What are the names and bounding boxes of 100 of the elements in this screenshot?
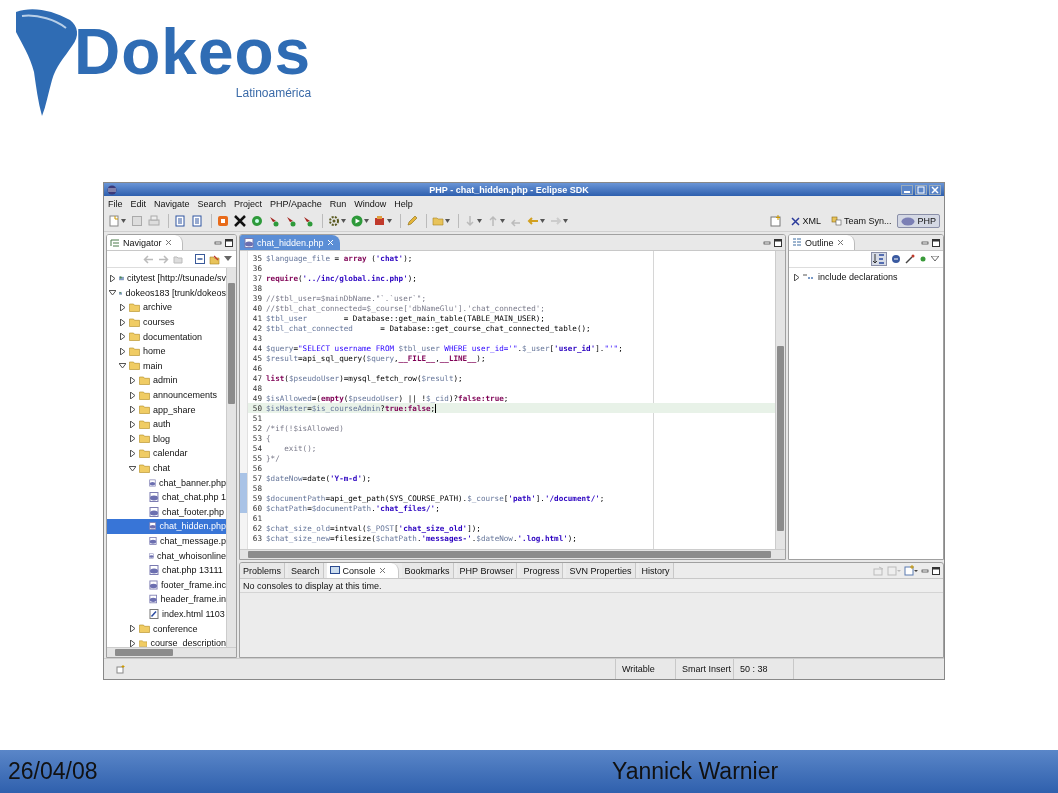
maximize-icon[interactable] [932,566,940,575]
pin-icon[interactable] [302,215,314,227]
dropdown-arrow-icon[interactable] [500,219,505,223]
gear-icon[interactable] [328,215,340,227]
expander-icon[interactable] [109,274,116,282]
tree-item[interactable]: chat [107,460,226,476]
dot-icon[interactable] [919,255,927,263]
maximize-icon[interactable] [774,238,782,247]
dropdown-arrow-icon[interactable] [121,219,126,223]
link-icon[interactable] [209,253,220,265]
view-tab[interactable]: History [638,563,674,578]
outline-item[interactable]: include declarations [793,270,939,285]
maximize-icon[interactable] [225,238,233,247]
horizontal-scrollbar[interactable] [107,647,236,657]
expander-icon[interactable] [119,362,126,370]
view-tab[interactable]: PHP Browser [456,563,518,578]
tree-item[interactable]: courses [107,314,226,330]
close-icon[interactable] [378,567,386,574]
fast-view-icon[interactable] [116,664,126,674]
expander-icon[interactable] [119,318,126,326]
tree-item[interactable]: blog [107,431,226,447]
menu-item[interactable]: Navigate [154,198,190,209]
tree-item[interactable]: chat_message.p [107,533,226,549]
tree-item[interactable]: auth [107,416,226,432]
close-icon[interactable] [164,239,172,246]
horizontal-scrollbar[interactable] [240,549,785,559]
tree-item[interactable]: index.html 1103 [107,606,226,622]
tree-item[interactable]: announcements [107,387,226,403]
menu-item[interactable]: PHP/Apache [270,198,322,209]
tree-item[interactable]: chat_chat.php 1 [107,489,226,505]
open-perspective-icon[interactable] [770,215,783,227]
expander-icon[interactable] [129,420,136,428]
x-icon[interactable] [234,215,246,227]
perspective-button[interactable]: Team Syn... [826,214,896,228]
tree-item[interactable]: main [107,358,226,374]
collapse-all-icon[interactable] [195,254,205,264]
tree-item[interactable]: chat_whoisonline [107,548,226,563]
tree-item[interactable]: chat.php 13111 [107,562,226,578]
new-console-icon[interactable] [904,565,918,576]
menu-item[interactable]: Project [234,198,263,209]
close-button[interactable] [929,184,941,195]
sort-icon[interactable] [871,252,887,266]
expander-icon[interactable] [119,333,126,341]
tree-item[interactable]: footer_frame.inc [107,577,226,593]
expander-icon[interactable] [129,639,136,647]
scrollbar[interactable] [226,268,236,647]
menu-item[interactable]: Search [197,198,227,209]
tree-item[interactable]: chat_banner.php [107,475,226,490]
pencil-icon[interactable] [406,215,418,227]
view-tab[interactable]: Search [288,563,324,578]
expander-icon[interactable] [109,289,116,297]
tree-item[interactable]: citytest [http://tsunade/sv [107,271,226,286]
toolbox-icon[interactable] [374,215,386,227]
tree-item[interactable]: header_frame.in [107,592,226,607]
maximize-icon[interactable] [932,238,940,247]
tree-item[interactable]: dokeos183 [trunk/dokeos [107,285,226,301]
tree-item[interactable]: admin [107,373,226,388]
expander-icon[interactable] [119,304,126,311]
expander-icon[interactable] [129,449,136,457]
target-icon[interactable] [251,215,263,227]
scrollbar[interactable] [775,251,785,549]
tree-item[interactable]: chat_footer.php [107,504,226,520]
view-tab[interactable]: Problems [240,563,285,578]
tree-item[interactable]: calendar [107,446,226,461]
view-menu-icon[interactable] [931,256,939,262]
dropdown-arrow-icon[interactable] [445,219,450,223]
panel-tab[interactable]: Outline [789,235,855,250]
close-icon[interactable] [836,239,844,246]
view-menu-icon[interactable] [224,256,232,262]
tree-item[interactable]: app_share [107,402,226,417]
dropdown-arrow-icon[interactable] [387,219,392,223]
pin-icon[interactable] [268,215,280,227]
filter-icon[interactable] [891,254,901,264]
tools-icon[interactable] [217,215,229,227]
view-tab[interactable]: Bookmarks [401,563,454,578]
dropdown-arrow-icon[interactable] [540,219,545,223]
view-tab[interactable]: Console [326,563,399,578]
expander-icon[interactable] [129,376,136,384]
minimize-button[interactable] [901,184,913,195]
tree-item[interactable]: archive [107,300,226,315]
expander-icon[interactable] [129,435,136,443]
tree-item[interactable]: conference [107,621,226,636]
expander-icon[interactable] [129,625,136,633]
dropdown-arrow-icon[interactable] [563,219,568,223]
menu-item[interactable]: Help [394,198,413,209]
maximize-button[interactable] [915,184,927,195]
expander-icon[interactable] [129,464,136,472]
panel-tab[interactable]: Navigator [107,235,183,250]
menu-item[interactable]: File [108,198,123,209]
perspective-button[interactable]: PHP [897,214,940,228]
open-file-icon[interactable] [191,215,203,227]
perspective-button[interactable]: XML [787,214,825,228]
wand-icon[interactable] [905,254,915,264]
tree-item[interactable]: home [107,343,226,359]
tree-item[interactable]: chat_hidden.php [107,519,226,534]
view-tab[interactable]: SVN Properties [566,563,636,578]
dropdown-arrow-icon[interactable] [477,219,482,223]
dropdown-arrow-icon[interactable] [341,219,346,223]
tree-item[interactable]: documentation [107,329,226,344]
pin-icon[interactable] [285,215,297,227]
